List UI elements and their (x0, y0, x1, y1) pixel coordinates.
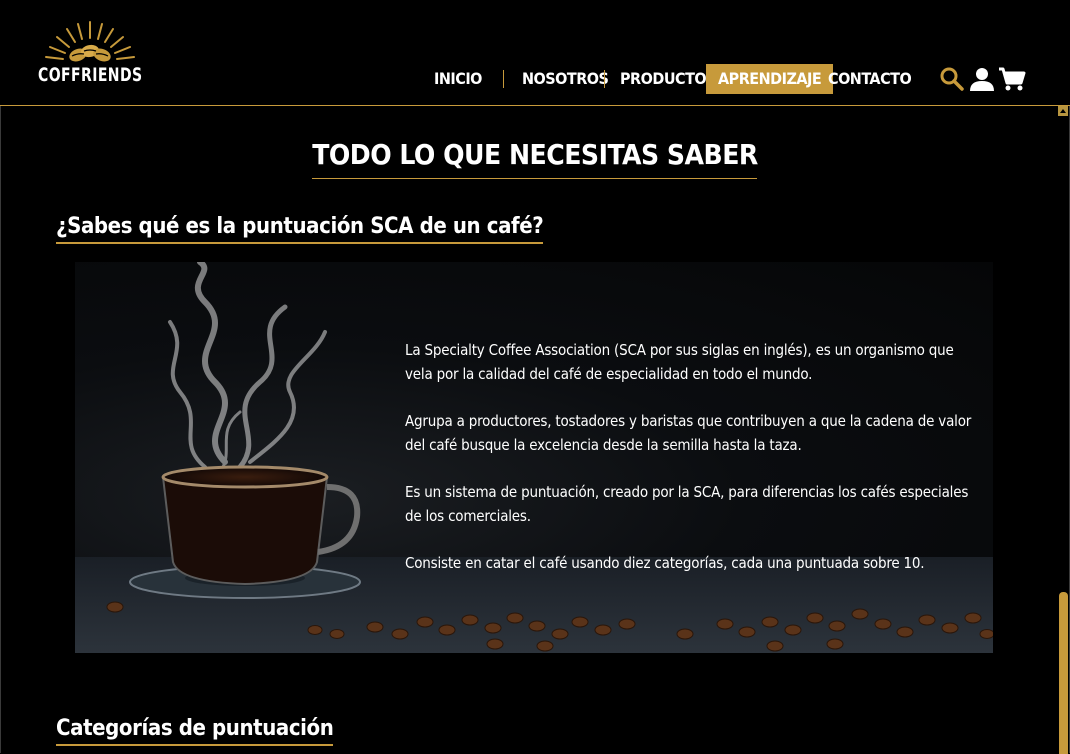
sca-heading: ¿Sabes qué es la puntuación SCA de un ca… (56, 214, 544, 244)
site-header: COFFRIENDS INICIO NOSOTROS PRODUCTOS APR… (0, 0, 1070, 106)
search-icon[interactable] (939, 66, 965, 92)
coffriends-logo[interactable]: COFFRIENDS (38, 20, 142, 90)
sca-paragraph-3: Es un sistema de puntuación, creado por … (405, 483, 969, 525)
nav-separator (503, 70, 504, 88)
cart-icon[interactable] (998, 66, 1026, 92)
sunburst-beans-icon (45, 21, 135, 62)
nav-item-productos[interactable]: PRODUCTOS (620, 64, 717, 94)
section-title: TODO LO QUE NECESITAS SABER (312, 138, 758, 171)
brand-name: COFFRIENDS (38, 64, 143, 86)
coffee-hero-image: La Specialty Coffee Association (SCA por… (75, 262, 993, 653)
categories-heading: Categorías de puntuación (56, 716, 334, 746)
scrollbar-thumb[interactable] (1059, 592, 1068, 754)
sca-paragraph-2: Agrupa a productores, tostadores y baris… (405, 412, 972, 454)
sca-paragraph-1: La Specialty Coffee Association (SCA por… (405, 341, 954, 383)
sca-paragraph-4: Consiste en catar el café usando diez ca… (405, 554, 925, 572)
nav-item-nosotros[interactable]: NOSOTROS (522, 64, 609, 94)
user-icon[interactable] (969, 66, 995, 92)
nav-separator (604, 70, 605, 88)
nav-item-aprendizaje[interactable]: APRENDIZAJE (706, 64, 834, 94)
title-underline (312, 178, 757, 179)
nav-item-inicio[interactable]: INICIO (434, 64, 482, 94)
nav-item-contacto[interactable]: CONTACTO (828, 64, 912, 94)
sca-description: La Specialty Coffee Association (SCA por… (405, 338, 975, 598)
scroll-up-arrow[interactable] (1058, 106, 1068, 116)
